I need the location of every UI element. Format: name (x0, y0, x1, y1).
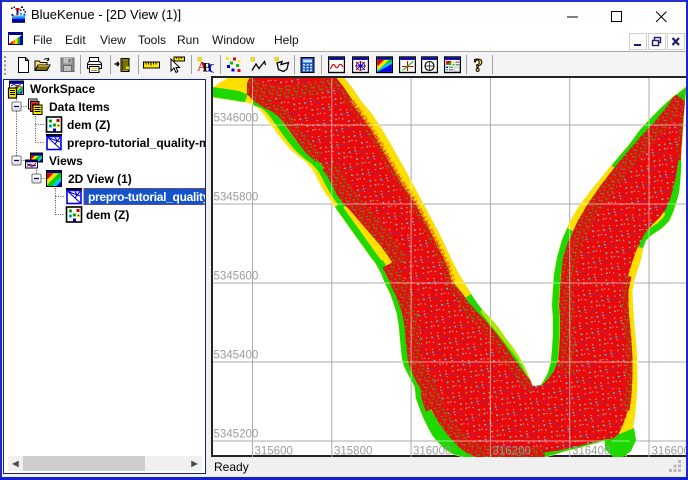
svg-text:5345200: 5345200 (214, 429, 259, 441)
svg-text:5345800: 5345800 (214, 192, 259, 204)
svg-text:316400: 316400 (572, 446, 610, 458)
svg-text:315600: 315600 (255, 446, 293, 458)
svg-text:?: ? (473, 56, 483, 74)
svg-text:5345600: 5345600 (214, 271, 259, 283)
svg-text:C: C (208, 61, 214, 75)
svg-text:315800: 315800 (334, 446, 372, 458)
svg-text:316600: 316600 (652, 446, 688, 458)
svg-text:316000: 316000 (413, 446, 451, 458)
svg-text:316200: 316200 (493, 446, 531, 458)
svg-text:5346000: 5346000 (214, 113, 259, 125)
svg-text:5345400: 5345400 (214, 350, 259, 362)
